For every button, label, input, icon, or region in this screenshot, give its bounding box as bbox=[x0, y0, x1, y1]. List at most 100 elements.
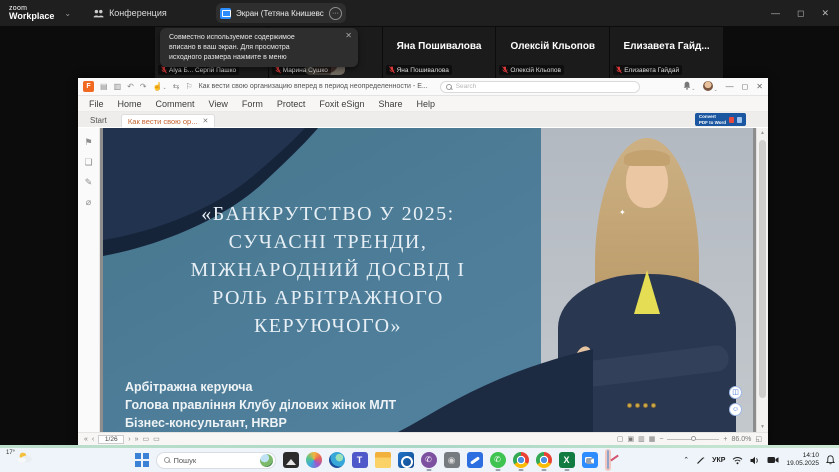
pdf-minimize-button[interactable]: — bbox=[726, 82, 734, 91]
edge-icon[interactable] bbox=[329, 452, 345, 468]
prev-view-icon[interactable]: ▭ bbox=[143, 435, 150, 443]
language-indicator[interactable]: УКР bbox=[712, 457, 725, 464]
document-canvas[interactable]: ✦ «БАНКРУТСТВО У 2025: СУЧАСНІ ТРЕНДИ, М… bbox=[100, 128, 756, 432]
taskbar-search-input[interactable]: Пошук bbox=[156, 452, 276, 469]
chrome-profile2-icon[interactable] bbox=[536, 452, 552, 468]
zoom-level[interactable]: 86.0% bbox=[732, 436, 752, 443]
menu-file[interactable]: File bbox=[82, 99, 111, 109]
screen-share-pill[interactable]: Экран (Тетяна Книшевська) ··· bbox=[216, 3, 346, 23]
share-pill-label: Экран (Тетяна Книшевська) bbox=[236, 9, 324, 18]
print-icon[interactable]: ▥ bbox=[114, 82, 122, 91]
start-button[interactable] bbox=[135, 453, 149, 467]
viber-icon[interactable] bbox=[421, 452, 437, 468]
first-page-icon[interactable]: « bbox=[84, 436, 88, 443]
last-page-icon[interactable]: » bbox=[135, 436, 139, 443]
participant-label-text: Олексій Кльопов bbox=[510, 67, 561, 74]
undo-icon[interactable]: ↶ bbox=[127, 82, 134, 91]
weather-widget[interactable]: 17° bbox=[6, 450, 33, 464]
menu-home[interactable]: Home bbox=[111, 99, 149, 109]
floating-assistant-buttons: ◫ ☺ bbox=[729, 386, 742, 416]
task-view-icon[interactable] bbox=[283, 452, 299, 468]
file-explorer-icon[interactable] bbox=[375, 452, 391, 468]
prev-page-icon[interactable]: ‹ bbox=[92, 436, 94, 443]
attachments-panel-icon[interactable]: ⌀ bbox=[86, 198, 91, 207]
continuous-facing-view-icon[interactable]: ▦ bbox=[649, 435, 656, 443]
vertical-scrollbar[interactable]: ▲ ▼ bbox=[756, 128, 768, 432]
account-avatar[interactable]: ⌄ bbox=[703, 81, 717, 93]
zoom-app-icon[interactable] bbox=[582, 452, 598, 468]
tray-clock[interactable]: 14:10 19.05.2025 bbox=[786, 452, 819, 468]
volume-icon[interactable] bbox=[750, 456, 760, 465]
single-page-view-icon[interactable]: ▢ bbox=[617, 435, 624, 443]
participant-tile[interactable]: Яна Пошивалова Яна Пошивалова bbox=[383, 27, 496, 78]
menu-protect[interactable]: Protect bbox=[270, 99, 313, 109]
scroll-down-icon[interactable]: ▼ bbox=[757, 424, 768, 430]
tab-start[interactable]: Start bbox=[78, 116, 121, 127]
maximize-button[interactable]: ◻ bbox=[797, 8, 804, 19]
bell-icon[interactable]: ⌄ bbox=[683, 81, 695, 92]
convert-icon[interactable]: ⇆ bbox=[173, 82, 180, 91]
next-view-icon[interactable]: ▭ bbox=[153, 435, 160, 443]
settings-app-icon[interactable] bbox=[444, 452, 460, 468]
pdf-restore-button[interactable]: ◻ bbox=[742, 82, 749, 91]
tab-close-icon[interactable]: ✕ bbox=[202, 117, 208, 125]
copilot-icon[interactable] bbox=[306, 452, 322, 468]
tray-chevron-up-icon[interactable]: ⌃ bbox=[683, 456, 689, 464]
screen-share-icon bbox=[220, 8, 231, 19]
menu-share[interactable]: Share bbox=[371, 99, 409, 109]
notification-bell-icon[interactable] bbox=[826, 455, 835, 465]
next-page-icon[interactable]: › bbox=[128, 436, 130, 443]
close-icon[interactable]: ✕ bbox=[345, 31, 352, 40]
chevron-down-icon[interactable]: ⌄ bbox=[64, 9, 71, 18]
minimize-button[interactable]: — bbox=[771, 8, 780, 18]
save-icon[interactable]: ▤ bbox=[100, 82, 108, 91]
scroll-up-icon[interactable]: ▲ bbox=[757, 130, 768, 136]
wifi-icon[interactable] bbox=[732, 456, 743, 465]
pdf-close-button[interactable]: ✕ bbox=[756, 82, 763, 91]
bookmarks-panel-icon[interactable]: ⚑ bbox=[84, 138, 92, 147]
whatsapp-icon[interactable] bbox=[490, 452, 506, 468]
convert-pdf-ad-banner[interactable]: Convert PDF to Word bbox=[695, 113, 746, 126]
participant-label-text: Alya Б... Сергій Пашко bbox=[169, 67, 236, 74]
fit-screen-icon[interactable]: ◱ bbox=[755, 435, 762, 443]
search-input[interactable]: Search bbox=[440, 81, 640, 93]
menu-form[interactable]: Form bbox=[235, 99, 270, 109]
pen-input-icon[interactable] bbox=[696, 456, 705, 465]
excel-icon[interactable]: X bbox=[559, 452, 575, 468]
tab-document[interactable]: Как вести свою ор... ✕ bbox=[121, 114, 215, 127]
active-snip-app[interactable] bbox=[605, 449, 611, 471]
participant-tile[interactable]: Олексій Кльопов Олексій Кльопов bbox=[496, 27, 609, 78]
ai-assistant-icon[interactable]: ◫ bbox=[729, 386, 742, 399]
menu-foxit-esign[interactable]: Foxit eSign bbox=[312, 99, 371, 109]
paint-app-icon[interactable] bbox=[467, 452, 483, 468]
menu-help[interactable]: Help bbox=[409, 99, 442, 109]
teams-icon[interactable]: T bbox=[352, 452, 368, 468]
menu-view[interactable]: View bbox=[202, 99, 235, 109]
tab-meeting[interactable]: Конференция bbox=[93, 8, 167, 18]
video-camera-icon[interactable] bbox=[767, 456, 779, 464]
menu-comment[interactable]: Comment bbox=[149, 99, 202, 109]
support-chat-icon[interactable]: ☺ bbox=[729, 403, 742, 416]
chrome-icon[interactable] bbox=[513, 452, 529, 468]
outlook-icon[interactable] bbox=[398, 452, 414, 468]
zoom-in-icon[interactable]: + bbox=[723, 436, 727, 443]
word-file-icon bbox=[737, 117, 742, 123]
more-options-button[interactable]: ··· bbox=[329, 7, 342, 20]
mic-muted-icon bbox=[616, 66, 622, 74]
presentation-slide: ✦ «БАНКРУТСТВО У 2025: СУЧАСНІ ТРЕНДИ, М… bbox=[103, 128, 753, 432]
zoom-slider-knob[interactable] bbox=[691, 436, 696, 441]
facing-view-icon[interactable]: ▥ bbox=[638, 435, 645, 443]
zoom-slider[interactable] bbox=[667, 439, 719, 440]
tab-document-label: Как вести свою ор... bbox=[128, 117, 198, 126]
scrollbar-thumb[interactable] bbox=[759, 140, 766, 398]
continuous-view-icon[interactable]: ▣ bbox=[627, 435, 634, 443]
page-number-input[interactable]: 1/26 bbox=[98, 435, 124, 444]
redo-icon[interactable]: ↷ bbox=[140, 82, 147, 91]
zoom-out-icon[interactable]: − bbox=[659, 436, 663, 443]
close-button[interactable]: ✕ bbox=[821, 8, 829, 19]
comments-panel-icon[interactable]: ✎ bbox=[85, 178, 93, 187]
participant-tile[interactable]: Елизавета Гайд... Елизавета Гайдай bbox=[610, 27, 723, 78]
search-highlight-image[interactable] bbox=[260, 454, 273, 467]
pages-panel-icon[interactable]: ❏ bbox=[84, 158, 92, 167]
hand-tool-icon[interactable]: ☝⌄ bbox=[153, 82, 167, 91]
